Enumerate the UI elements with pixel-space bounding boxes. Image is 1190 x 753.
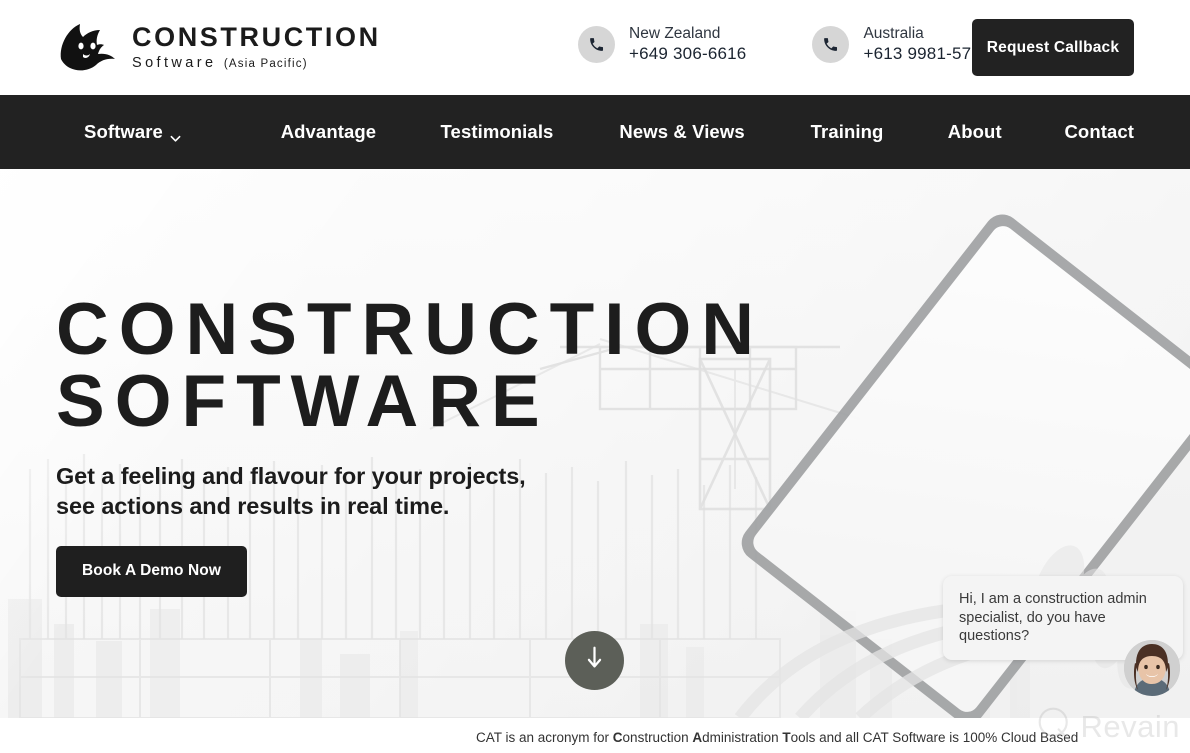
nav-item-software[interactable]: Software bbox=[84, 121, 181, 143]
hero-heading-line-1: CONSTRUCTION bbox=[56, 289, 765, 370]
scroll-down-button[interactable] bbox=[565, 631, 624, 690]
contact-phone-number[interactable]: +649 306-6616 bbox=[629, 43, 746, 64]
nav-item-about[interactable]: About bbox=[948, 121, 1002, 143]
hero-heading-line-2: SOFTWARE bbox=[56, 361, 550, 443]
request-callback-button[interactable]: Request Callback bbox=[972, 19, 1134, 76]
phone-icon bbox=[578, 25, 615, 63]
hero-content: CONSTRUCTION SOFTWARE Get a feeling and … bbox=[56, 293, 764, 597]
arrow-down-icon bbox=[585, 645, 604, 676]
nav-item-label: Software bbox=[84, 121, 163, 142]
phone-icon bbox=[812, 25, 850, 63]
cat-head-icon bbox=[56, 19, 118, 75]
nav-item-advantage[interactable]: Advantage bbox=[281, 121, 376, 143]
hero-heading: CONSTRUCTION SOFTWARE bbox=[56, 293, 764, 443]
nav-item-training[interactable]: Training bbox=[811, 121, 884, 143]
contact-list: New Zealand +649 306-6616 Australia +613… bbox=[578, 24, 991, 65]
contact-australia[interactable]: Australia +613 9981-5728 bbox=[812, 24, 990, 65]
contact-country-label: New Zealand bbox=[629, 25, 721, 42]
chat-agent-avatar[interactable] bbox=[1124, 640, 1180, 696]
site-logo[interactable]: CONSTRUCTION Software (Asia Pacific) bbox=[56, 17, 381, 77]
logo-title: CONSTRUCTION bbox=[132, 21, 381, 52]
cat-acronym-tagline: CAT is an acronym for Construction Admin… bbox=[476, 730, 1079, 745]
top-header: CONSTRUCTION Software (Asia Pacific) New… bbox=[0, 0, 1190, 95]
nav-item-news-and-views[interactable]: News & Views bbox=[619, 121, 744, 143]
logo-subtitle: Software (Asia Pacific) bbox=[132, 56, 381, 71]
page-root: CONSTRUCTION Software (Asia Pacific) New… bbox=[0, 0, 1190, 753]
contact-new-zealand[interactable]: New Zealand +649 306-6616 bbox=[578, 24, 746, 65]
hero-subheading: Get a feeling and flavour for your proje… bbox=[56, 462, 526, 519]
nav-item-testimonials[interactable]: Testimonials bbox=[441, 121, 554, 143]
logo-subtitle-main: Software bbox=[132, 54, 217, 71]
chevron-down-icon bbox=[170, 127, 181, 142]
logo-region: (Asia Pacific) bbox=[223, 57, 308, 70]
book-demo-button[interactable]: Book A Demo Now bbox=[56, 545, 247, 597]
main-navigation: Software Advantage Testimonials News & V… bbox=[0, 95, 1190, 169]
nav-item-contact[interactable]: Contact bbox=[1064, 121, 1134, 143]
